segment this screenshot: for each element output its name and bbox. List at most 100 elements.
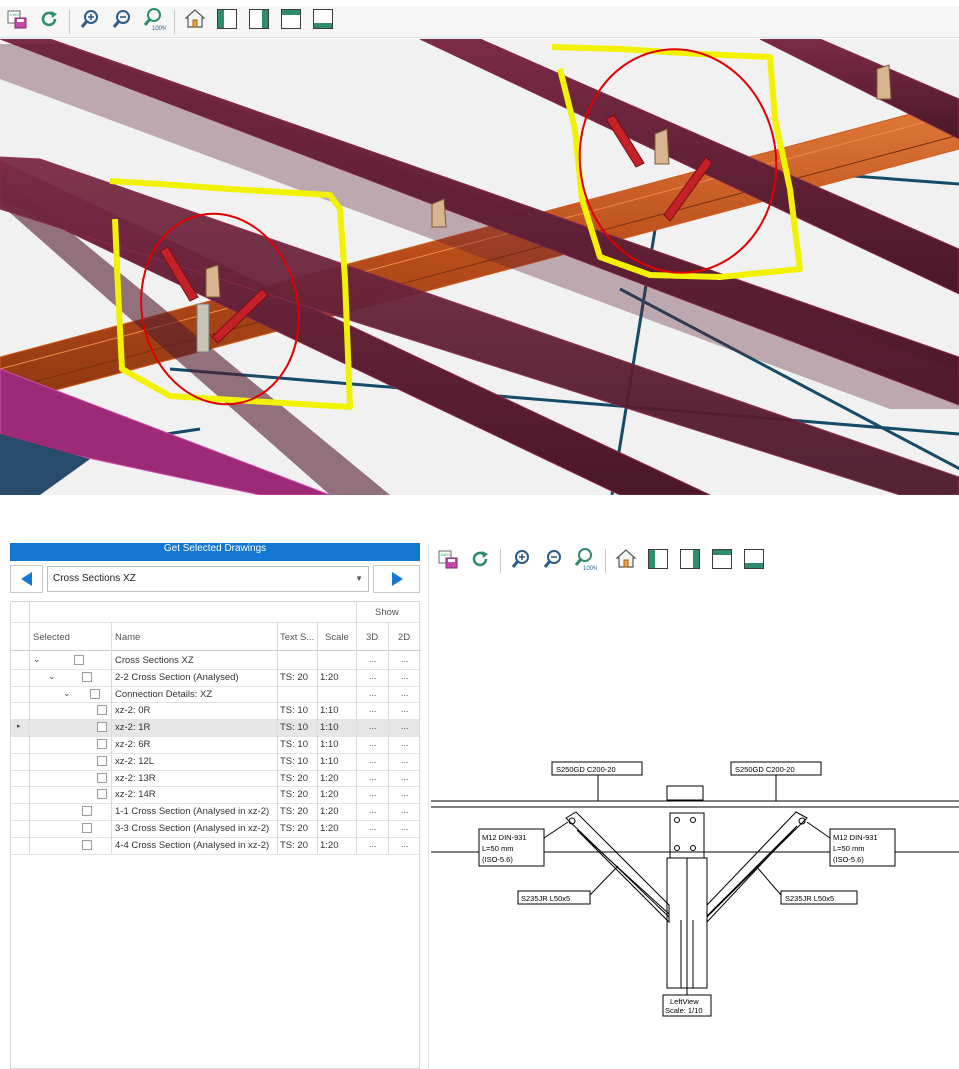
previous-arrow-button[interactable]	[10, 565, 43, 593]
table-row[interactable]: xz-2: 6R TS: 10 1:10......	[11, 736, 419, 753]
collapse-chevron-icon[interactable]: ⌄	[33, 654, 41, 665]
angle-right-label: S235JR L50x5	[785, 894, 834, 903]
view-2d-button[interactable]: ...	[401, 688, 409, 698]
view-3d-button[interactable]: ...	[369, 772, 377, 782]
zoom-100-button[interactable]: 100%	[139, 7, 169, 37]
row-checkbox[interactable]	[82, 839, 92, 850]
view-2d-button[interactable]: ...	[401, 671, 409, 681]
row-name: 3-3 Cross Section (Analysed in xz-2)	[115, 823, 270, 834]
table-row[interactable]: ⌄ Connection Details: XZ......	[11, 686, 419, 703]
name-column-header[interactable]: Name	[115, 632, 140, 643]
table-row[interactable]: 3-3 Cross Section (Analysed in xz-2) TS: …	[11, 820, 419, 837]
connection-drawing: S250GD C200-20 S250GD C200-20 M12 DIN-93…	[431, 761, 959, 1017]
column-divider	[277, 622, 278, 854]
selected-column-header[interactable]: Selected	[33, 632, 70, 643]
view-3d-button[interactable]: ...	[369, 654, 377, 664]
toolbar-separator	[174, 9, 175, 34]
row-checkbox[interactable]	[97, 705, 107, 716]
view-2d-button[interactable]: ...	[401, 721, 409, 731]
view-3d-button[interactable]: ...	[369, 688, 377, 698]
row-checkbox[interactable]	[82, 671, 92, 682]
row-text-size: TS: 20	[280, 671, 308, 683]
row-indicator-icon: ▸	[17, 723, 21, 731]
refresh-button[interactable]	[34, 7, 64, 37]
row-checkbox[interactable]	[97, 772, 107, 783]
view-2d-button[interactable]: ...	[401, 738, 409, 748]
row-divider	[11, 803, 421, 805]
view-2d-button[interactable]: ...	[401, 805, 409, 815]
table-row[interactable]: 4-4 Cross Section (Analysed in xz-2) TS: …	[11, 837, 419, 854]
view-2d-button[interactable]: ...	[401, 654, 409, 664]
view-2d-button[interactable]: ...	[401, 772, 409, 782]
view-2d-button[interactable]: ...	[401, 755, 409, 765]
view-2d-button[interactable]: ...	[401, 839, 409, 849]
row-name: 4-4 Cross Section (Analysed in xz-2)	[115, 839, 270, 851]
zoom-out-icon	[111, 8, 133, 35]
row-divider	[11, 820, 421, 821]
model-3d-render	[0, 39, 959, 495]
panel-bottom-button[interactable]	[308, 7, 338, 37]
view-2d-button[interactable]: ...	[401, 788, 409, 798]
panel-bottom-icon	[312, 8, 334, 35]
row-checkbox[interactable]	[97, 722, 107, 733]
table-row[interactable]: ▸ xz-2: 1R TS: 10 1:10......	[11, 719, 419, 736]
view-3d-button[interactable]: ...	[369, 671, 377, 681]
zoom-in-button[interactable]	[75, 7, 105, 37]
drawing-viewer[interactable]: DWG 100% S250GD C200-20 S250GD C200-20 M…	[428, 543, 959, 1069]
get-selected-drawings-button[interactable]: Get Selected Drawings	[10, 543, 420, 561]
bolt-right-line-1: M12 DIN-931	[833, 833, 878, 842]
row-checkbox[interactable]	[90, 688, 100, 699]
model-view[interactable]	[0, 39, 959, 495]
view-3d-button[interactable]: ...	[369, 721, 377, 731]
row-text-size: TS: 20	[280, 789, 308, 801]
save-button[interactable]: DWG	[2, 7, 32, 37]
panel-left-button[interactable]	[212, 7, 242, 37]
3d-column-header[interactable]: 3D	[366, 632, 378, 643]
next-arrow-button[interactable]	[373, 565, 420, 593]
2d-column-header[interactable]: 2D	[398, 632, 410, 643]
view-3d-button[interactable]: ...	[369, 755, 377, 765]
view-3d-button[interactable]: ...	[369, 738, 377, 748]
view-3d-button[interactable]: ...	[369, 788, 377, 798]
dropdown-caret-icon: ▼	[355, 574, 363, 583]
row-divider	[11, 736, 421, 737]
row-checkbox[interactable]	[97, 739, 107, 749]
row-checkbox[interactable]	[82, 806, 92, 817]
view-3d-button[interactable]: ...	[369, 822, 377, 832]
view-2d-button[interactable]: ...	[401, 704, 409, 714]
view-3d-button[interactable]: ...	[369, 839, 377, 849]
view-2d-button[interactable]: ...	[401, 822, 409, 832]
row-text-size: TS: 20	[280, 823, 308, 834]
drawing-set-value: Cross Sections XZ	[53, 573, 136, 584]
table-row[interactable]: xz-2: 12L TS: 10 1:10......	[11, 753, 419, 770]
home-button[interactable]	[180, 7, 210, 37]
view-3d-button[interactable]: ...	[369, 805, 377, 815]
text-size-column-header[interactable]: Text S...	[280, 632, 314, 643]
angle-left-label: S235JR L50x5	[521, 894, 570, 903]
drawing-set-dropdown[interactable]: Cross Sections XZ ▼	[47, 566, 369, 592]
row-divider	[11, 685, 421, 687]
collapse-chevron-icon[interactable]: ⌄	[48, 671, 56, 682]
row-scale: 1:20	[320, 839, 339, 851]
zoom-out-button[interactable]	[107, 7, 137, 37]
bolt-right-line-2: L=50 mm	[833, 844, 864, 853]
table-row[interactable]: ⌄ Cross Sections XZ......	[11, 652, 419, 669]
table-row[interactable]: xz-2: 0R TS: 10 1:10......	[11, 702, 419, 719]
panel-top-button[interactable]	[276, 7, 306, 37]
row-checkbox[interactable]	[74, 655, 84, 665]
table-row[interactable]: xz-2: 13R TS: 20 1:20......	[11, 770, 419, 787]
scale-column-header[interactable]: Scale	[325, 632, 349, 643]
row-checkbox[interactable]	[82, 823, 92, 833]
view-3d-button[interactable]: ...	[369, 704, 377, 714]
bolt-right-line-3: (ISO-5.6)	[833, 855, 864, 864]
row-divider	[11, 786, 421, 788]
collapse-chevron-icon[interactable]: ⌄	[63, 688, 71, 699]
panel-left-icon	[216, 8, 238, 35]
row-checkbox[interactable]	[97, 789, 107, 800]
svg-text:DWG: DWG	[10, 12, 20, 17]
table-row[interactable]: 1-1 Cross Section (Analysed in xz-2) TS: …	[11, 803, 419, 820]
row-checkbox[interactable]	[97, 755, 107, 766]
table-row[interactable]: xz-2: 14R TS: 20 1:20......	[11, 786, 419, 803]
panel-right-button[interactable]	[244, 7, 274, 37]
table-row[interactable]: ⌄ 2-2 Cross Section (Analysed) TS: 20 1:20.…	[11, 669, 419, 686]
